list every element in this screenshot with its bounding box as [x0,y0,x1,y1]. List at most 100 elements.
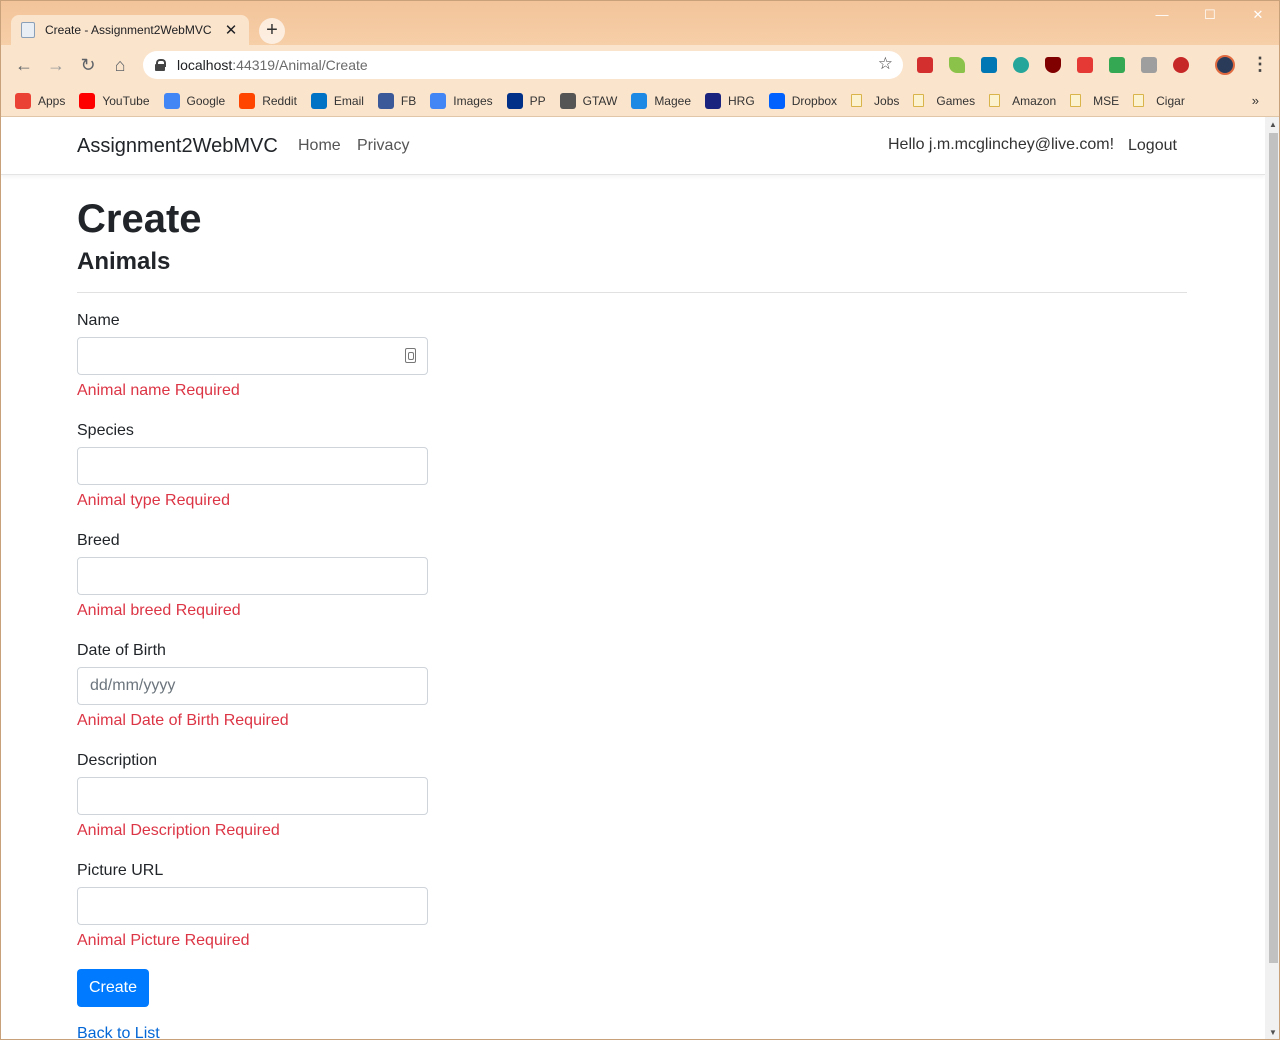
breed-validation-error: Animal breed Required [77,602,241,619]
bookmark-label: Google [186,93,226,108]
title-bar: Create - Assignment2WebMVC ✕ + — ☐ ✕ [1,1,1279,45]
nav-privacy-link[interactable]: Privacy [357,137,409,155]
date-of-birth-form-group: Date of Birth Animal Date of Birth Requir… [77,641,429,737]
bookmark-label: MSE [1093,93,1120,108]
create-button[interactable]: Create [77,969,149,1007]
autofill-contact-icon[interactable] [405,348,416,363]
bookmark-amazon[interactable]: Amazon [989,94,1056,108]
description-form-group: Description Animal Description Required [77,751,429,847]
bookmark-pp[interactable]: PP [506,92,546,109]
bookmark-hrg[interactable]: HRG [705,92,755,109]
scroll-up-arrow-icon[interactable]: ▲ [1265,117,1279,133]
page-title: Create [77,197,202,241]
breed-input[interactable] [77,557,428,595]
bookmark-label: Games [936,93,976,108]
description-input[interactable] [77,777,428,815]
name-input[interactable] [77,337,428,375]
name-label: Name [77,312,120,329]
folder-icon [913,94,925,107]
new-tab-button[interactable]: + [259,18,285,44]
browser-tab[interactable]: Create - Assignment2WebMVC ✕ [11,15,249,45]
window-close-icon[interactable]: ✕ [1243,7,1273,23]
species-input[interactable] [77,447,428,485]
back-to-list-link[interactable]: Back to List [77,1025,160,1039]
bookmark-label: Email [333,93,364,108]
home-icon[interactable]: ⌂ [109,54,131,76]
page-favicon-icon [21,22,35,38]
bookmark-gtaw[interactable]: GTAW [559,92,617,109]
extension-ublock-icon[interactable] [1045,57,1061,73]
site-brand-link[interactable]: Assignment2WebMVC [77,135,278,158]
bookmark-fb[interactable]: FB [377,92,416,109]
vertical-scrollbar[interactable]: ▲ ▼ [1265,117,1279,1039]
bookmark-star-icon[interactable]: ☆ [878,54,893,74]
forward-arrow-icon[interactable]: → [45,54,67,76]
name-form-group: Name Animal name Required [77,311,429,407]
extension-linkedin-icon[interactable] [981,57,997,73]
address-bar[interactable]: localhost:44319/Animal/Create ☆ [143,51,903,79]
bookmark-google[interactable]: Google [163,92,226,109]
browser-window: Create - Assignment2WebMVC ✕ + — ☐ ✕ ← →… [0,0,1280,1040]
page-subtitle: Animals [77,248,171,275]
breed-form-group: Breed Animal breed Required [77,531,429,627]
globe-icon [559,92,576,109]
bookmark-reddit[interactable]: Reddit [239,92,297,109]
tab-close-icon[interactable]: ✕ [223,21,239,39]
bookmark-label: Images [453,93,493,108]
picture-url-validation-error: Animal Picture Required [77,932,250,949]
bookmark-games[interactable]: Games [913,94,975,108]
browser-toolbar: ← → ↻ ⌂ localhost:44319/Animal/Create ☆ … [1,45,1279,85]
hg-icon [705,92,722,109]
folder-icon [1070,94,1082,107]
bookmarks-bar: Apps YouTube Google Reddit Email FB Images PP GT… [1,85,1279,117]
nav-home-link[interactable]: Home [298,137,341,155]
breed-label: Breed [77,532,120,549]
profile-avatar[interactable] [1215,55,1235,75]
extension-lastpass-icon[interactable] [917,57,933,73]
bookmark-images[interactable]: Images [430,92,493,109]
extension-gray-icon[interactable] [1141,57,1157,73]
bookmark-label: HRG [728,93,755,108]
url-host: localhost [177,57,233,73]
reload-icon[interactable]: ↻ [77,54,99,76]
picture-url-form-group: Picture URL Animal Picture Required [77,861,429,957]
bookmark-cigar[interactable]: Cigar [1133,94,1185,108]
bookmark-label: Reddit [262,93,297,108]
bookmark-mse[interactable]: MSE [1070,94,1119,108]
picture-url-input[interactable] [77,887,428,925]
reddit-icon [239,92,256,109]
extension-cards-icon[interactable] [1077,57,1093,73]
extension-red-icon[interactable] [1173,57,1189,73]
species-label: Species [77,422,134,439]
logout-button[interactable]: Logout [1128,137,1177,155]
bookmark-email[interactable]: Email [310,92,364,109]
bookmark-youtube[interactable]: YouTube [79,92,150,109]
date-of-birth-input[interactable] [77,667,428,705]
species-form-group: Species Animal type Required [77,421,429,517]
url-path: :44319/Animal/Create [232,57,368,73]
google-icon [430,92,447,109]
extension-a-icon[interactable] [1013,57,1029,73]
site-navbar: Assignment2WebMVC Home Privacy Hello j.m… [1,117,1265,175]
bookmark-magee[interactable]: Magee [631,92,691,109]
browser-chrome: Create - Assignment2WebMVC ✕ + — ☐ ✕ ← →… [1,1,1279,117]
maximize-icon[interactable]: ☐ [1195,7,1225,23]
user-greeting-link[interactable]: Hello j.m.mcglinchey@live.com! [888,136,1114,154]
menu-kebab-icon[interactable]: ⋮ [1251,54,1269,74]
bookmark-label: Cigar [1156,93,1185,108]
scrollbar-thumb[interactable] [1269,133,1278,963]
bookmark-jobs[interactable]: Jobs [851,94,899,108]
back-arrow-icon[interactable]: ← [13,54,35,76]
lock-icon[interactable] [155,59,166,71]
folder-icon [989,94,1001,107]
extension-leaf-icon[interactable] [949,57,965,73]
extension-google-icon[interactable] [1109,57,1125,73]
bookmarks-overflow-icon[interactable]: » [1252,93,1259,108]
folder-icon [851,94,863,107]
magee-icon [631,92,648,109]
bookmark-dropbox[interactable]: Dropbox [768,92,837,109]
youtube-icon [79,92,96,109]
bookmark-apps[interactable]: Apps [15,92,65,109]
scroll-down-arrow-icon[interactable]: ▼ [1265,1025,1279,1039]
minimize-icon[interactable]: — [1147,7,1177,22]
